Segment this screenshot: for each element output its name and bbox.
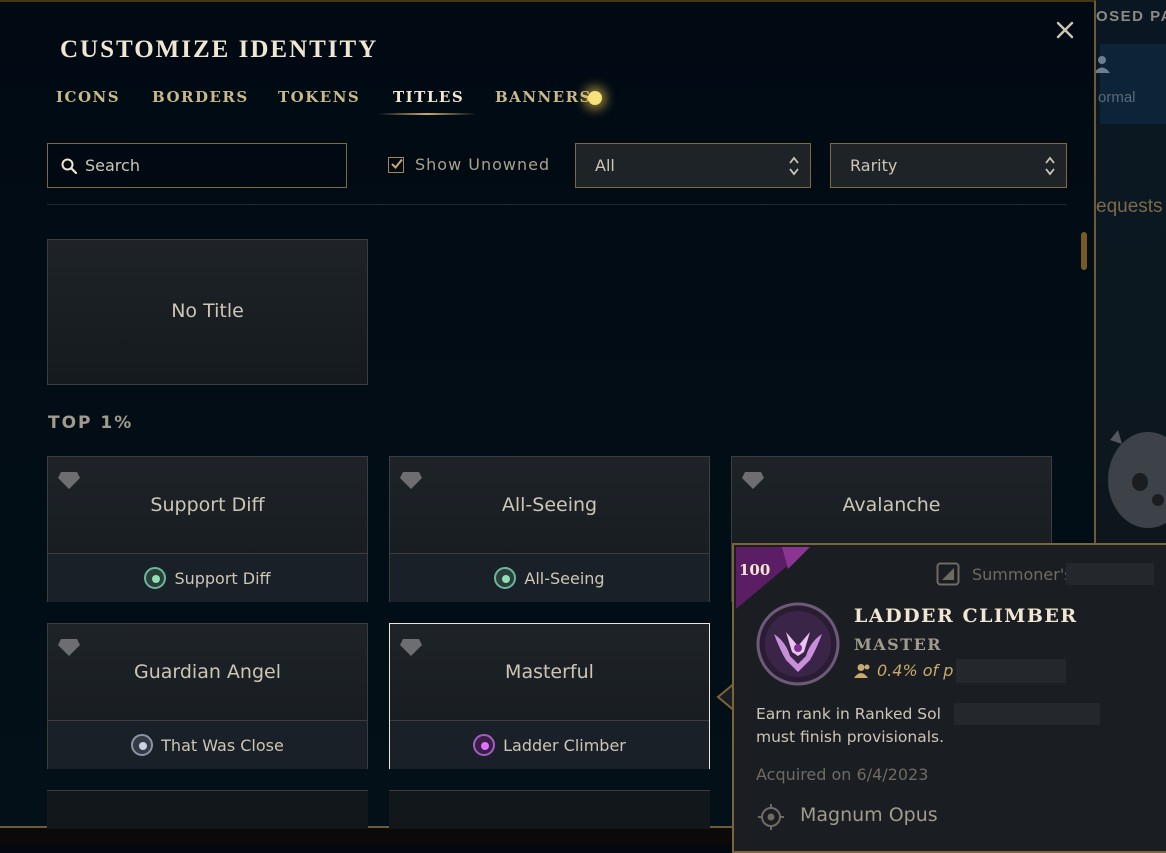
filter-divider [47, 204, 1067, 205]
title-card-name: Guardian Angel [133, 661, 282, 683]
rarity-gem-icon [400, 472, 422, 489]
tooltip-challenge-name: LADDER CLIMBER [854, 605, 1078, 627]
tab-banners[interactable]: BANNERS [495, 88, 592, 106]
title-card-partial[interactable] [389, 790, 710, 829]
title-card-name: Support Diff [150, 494, 265, 516]
rarity-gem-icon [58, 639, 80, 656]
title-card-challenge: Ladder Climber [390, 720, 709, 769]
show-unowned-checkbox[interactable] [388, 157, 404, 173]
tooltip-description-line: Earn rank in Ranked Sol [756, 705, 941, 723]
search-field[interactable] [47, 143, 347, 188]
title-card-name: Masterful [505, 661, 594, 683]
master-emblem-icon [756, 602, 840, 686]
tooltip-tier: MASTER [854, 635, 943, 654]
title-card-name: Avalanche [842, 494, 941, 516]
rarity-gem-icon [400, 639, 422, 656]
section-label-top-1: TOP 1% [48, 413, 134, 433]
title-card-partial[interactable] [47, 790, 368, 829]
challenge-label: That Was Close [161, 735, 284, 755]
redacted-block [1066, 563, 1154, 585]
challenge-level: 100 [739, 561, 771, 579]
title-card-none[interactable]: No Title [47, 239, 368, 385]
show-unowned-label[interactable]: Show Unowned [415, 155, 550, 174]
redacted-block [954, 703, 1100, 725]
challenge-orb-icon [494, 567, 517, 589]
summoner-category-icon [936, 562, 960, 586]
search-icon [61, 158, 77, 174]
players-icon [854, 664, 870, 678]
rarity-dropdown[interactable]: Rarity [830, 143, 1067, 188]
challenge-orb-icon [473, 734, 496, 756]
challenge-orb-icon [144, 567, 167, 589]
tab-tokens[interactable]: TOKENS [278, 88, 360, 106]
capstone-crosshair-icon [758, 804, 784, 830]
title-card-name: No Title [171, 300, 244, 322]
dropdown-arrows-icon [789, 156, 799, 176]
tab-borders[interactable]: BORDERS [152, 88, 249, 106]
checkmark-icon [391, 158, 403, 169]
tooltip-description: Earn rank in Ranked Sol must finish prov… [756, 703, 956, 749]
category-dropdown-value: All [595, 156, 615, 175]
active-tab-underline [378, 113, 476, 115]
tab-icons[interactable]: ICONS [56, 88, 120, 106]
title-card-guardian-angel[interactable]: Guardian Angel That Was Close [47, 623, 368, 769]
title-card-challenge: That Was Close [48, 720, 367, 769]
background-panel-title: OSED PA [1096, 8, 1166, 25]
challenge-label: Ladder Climber [503, 735, 626, 755]
banners-notification-dot [588, 91, 602, 105]
title-card-challenge: All-Seeing [390, 553, 709, 602]
background-requests-label: equests [1096, 196, 1163, 217]
modal-title: CUSTOMIZE IDENTITY [60, 36, 379, 63]
challenge-orb-icon [131, 734, 154, 756]
title-card-support-diff[interactable]: Support Diff Support Diff [47, 456, 368, 602]
rarity-gem-icon [58, 472, 80, 489]
close-icon[interactable] [1053, 18, 1077, 42]
redacted-block [956, 659, 1066, 683]
rarity-dropdown-value: Rarity [850, 156, 898, 175]
title-card-all-seeing[interactable]: All-Seeing All-Seeing [389, 456, 710, 602]
dropdown-arrows-icon [1045, 156, 1055, 176]
tooltip-player-percent: 0.4% of p [877, 661, 954, 680]
tooltip-acquired-date: Acquired on 6/4/2023 [756, 765, 929, 784]
title-card-challenge: Support Diff [48, 553, 367, 602]
tooltip-category: Summoner's [972, 565, 1073, 584]
category-dropdown[interactable]: All [575, 143, 811, 188]
tab-titles[interactable]: TITLES [393, 88, 464, 106]
search-input[interactable] [85, 144, 335, 187]
tooltip-capstone-label: Magnum Opus [800, 804, 938, 826]
challenge-label: All-Seeing [524, 568, 605, 588]
background-creature-art [1108, 430, 1166, 528]
title-card-masterful[interactable]: Masterful Ladder Climber [389, 623, 710, 769]
tooltip-description-line: must finish provisionals. [756, 728, 945, 746]
background-queue-mode: ormal [1098, 89, 1136, 106]
scrollbar-thumb[interactable] [1081, 232, 1087, 270]
title-card-name: All-Seeing [501, 494, 598, 516]
challenge-label: Support Diff [174, 568, 271, 588]
rarity-gem-icon [742, 472, 764, 489]
